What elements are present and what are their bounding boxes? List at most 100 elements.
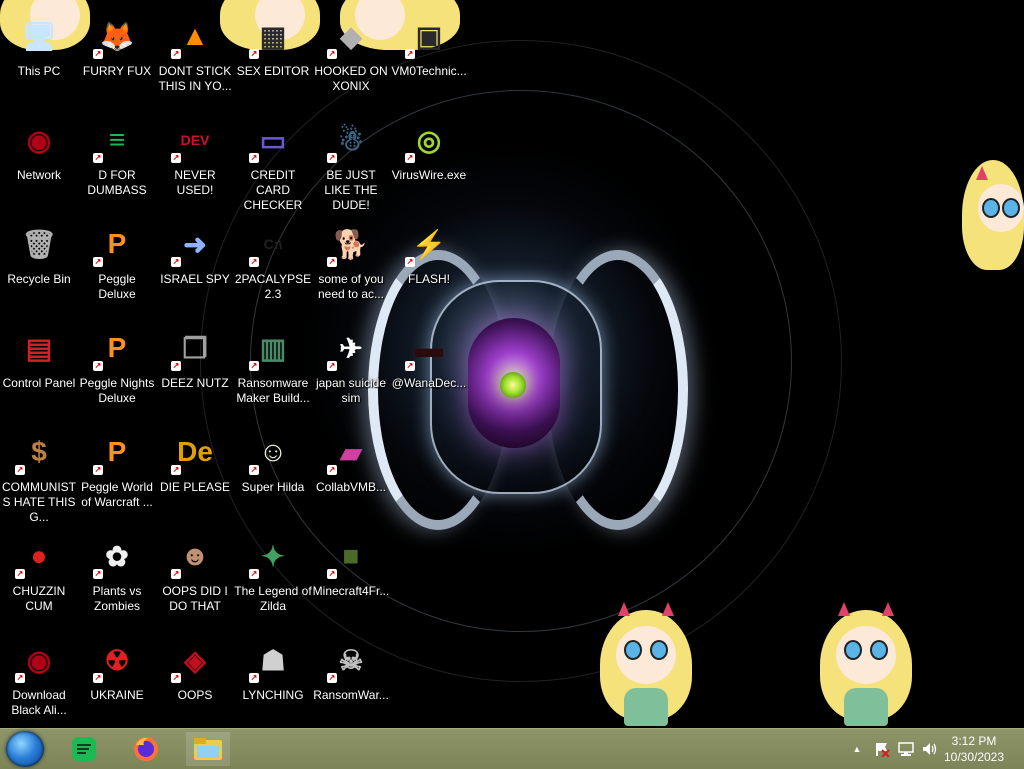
shortcut-arrow-icon: ↗ [93, 361, 103, 371]
desktop-icon[interactable]: ▭ ↗ CREDIT CARD CHECKER [234, 110, 312, 213]
desktop-icon[interactable]: ✈ ↗ japan suicide sim [312, 318, 390, 418]
desktop-icon[interactable]: ▬ ↗ @WanaDec... [390, 318, 468, 418]
desktop-icon[interactable]: ✦ ↗ The Legend of Zilda [234, 526, 312, 626]
shortcut-arrow-icon: ↗ [171, 361, 181, 371]
desktop-icon[interactable]: ■ ↗ Minecraft4Fr... [312, 526, 390, 626]
cartoon-star-bottom-1 [596, 602, 696, 728]
desktop-icon-label: Minecraft4Fr... [312, 584, 390, 598]
desktop-icon[interactable]: ◎ ↗ VirusWire.exe [390, 110, 468, 210]
desktop-icon-label: Network [16, 168, 61, 182]
desktop-icon-label: SEX EDITOR [236, 64, 310, 78]
chevron-up-icon: ▲ [852, 744, 862, 754]
shortcut-arrow-icon: ↗ [171, 49, 181, 59]
desktop-icon[interactable]: ☃ ↗ BE JUST LIKE THE DUDE! [312, 110, 390, 213]
desktop-icon[interactable]: ◆ ↗ HOOKED ON XONIX [312, 6, 390, 106]
network-tray-button[interactable] [896, 729, 916, 769]
desktop-icon[interactable]: ❐ ↗ DEEZ NUTZ [156, 318, 234, 418]
desktop-icon-label: Download Black Ali... [11, 688, 67, 717]
desktop-icon[interactable]: C:\ ↗ 2PACALYPSE 2.3 [234, 214, 312, 314]
desktop-icon[interactable]: P ↗ Peggle Nights Deluxe [78, 318, 156, 418]
cartoon-star-bottom-2 [816, 602, 916, 728]
desktop-icon[interactable]: ▦ ↗ SEX EDITOR [234, 6, 312, 106]
shortcut-arrow-icon: ↗ [249, 257, 259, 267]
desktop-icon-label: HOOKED ON XONIX [314, 64, 388, 93]
shortcut-arrow-icon: ↗ [93, 569, 103, 579]
desktop-icon[interactable]: ✿ ↗ Plants vs Zombies [78, 526, 156, 626]
shortcut-arrow-icon: ↗ [405, 257, 415, 267]
desktop-icon[interactable]: ▰ ↗ CollabVMB... [312, 422, 390, 522]
desktop-icon[interactable]: ◉ Network [0, 110, 78, 210]
desktop-icon[interactable]: ➜ ↗ ISRAEL SPY [156, 214, 234, 314]
desktop-icon-label: 2PACALYPSE 2.3 [234, 272, 312, 301]
desktop-icon[interactable]: P ↗ Peggle Deluxe [78, 214, 156, 314]
wallpaper-eye [500, 372, 526, 398]
desktop-icon[interactable]: De ↗ DIE PLEASE [156, 422, 234, 522]
clock-date: 10/30/2023 [943, 750, 1005, 764]
desktop-icon-label: COMMUNISTS HATE THIS G... [2, 480, 76, 524]
desktop-icon-label: some of you need to ac... [317, 272, 385, 301]
desktop-icon-label: DIE PLEASE [159, 480, 231, 494]
desktop-icon-label: OOPS [177, 688, 213, 702]
shortcut-arrow-icon: ↗ [327, 153, 337, 163]
desktop-icon[interactable]: ◈ ↗ OOPS [156, 630, 234, 730]
shortcut-arrow-icon: ↗ [249, 49, 259, 59]
desktop-icon-label: UKRAINE [90, 688, 144, 702]
taskbar-clock[interactable]: 3:12 PM 10/30/2023 [934, 733, 1014, 765]
shortcut-arrow-icon: ↗ [171, 465, 181, 475]
shortcut-arrow-icon: ↗ [327, 465, 337, 475]
desktop-icon-image: 🖥 [21, 20, 57, 52]
desktop-icon-label: CollabVMB... [315, 480, 387, 494]
desktop-icon[interactable]: ◉ ↗ Download Black Ali... [0, 630, 78, 730]
action-center-button[interactable] [872, 729, 892, 769]
shortcut-arrow-icon: ↗ [249, 465, 259, 475]
desktop-icon[interactable]: 🐕 ↗ some of you need to ac... [312, 214, 390, 314]
desktop-icon-label: Super Hilda [241, 480, 305, 494]
desktop-icon-label: The Legend of Zilda [234, 584, 312, 613]
taskbar: ▲ 3:12 PM 10/30/2023 [0, 728, 1024, 769]
desktop-icon[interactable]: ☻ ↗ OOPS DID I DO THAT [156, 526, 234, 626]
shortcut-arrow-icon: ↗ [93, 49, 103, 59]
desktop-icon[interactable]: ☢ ↗ UKRAINE [78, 630, 156, 730]
desktop-icon[interactable]: ● ↗ CHUZZIN CUM [0, 526, 78, 626]
desktop-icon[interactable]: ▤ Control Panel [0, 318, 78, 418]
spotify-taskbar-button[interactable] [62, 732, 106, 766]
desktop-icon-label: DEEZ NUTZ [161, 376, 229, 390]
shortcut-arrow-icon: ↗ [171, 673, 181, 683]
desktop-icon-label: Peggle Nights Deluxe [79, 376, 155, 405]
firefox-taskbar-button[interactable] [124, 732, 168, 766]
tray-overflow-button[interactable]: ▲ [848, 729, 866, 769]
desktop-icon[interactable]: DEV ↗ NEVER USED! [156, 110, 234, 210]
desktop-icon[interactable]: P ↗ Peggle World of Warcraft ... [78, 422, 156, 522]
desktop-icon[interactable]: ≡ ↗ D FOR DUMBASS [78, 110, 156, 210]
shortcut-arrow-icon: ↗ [171, 257, 181, 267]
desktop-icon-label: Ransomware Maker Build... [236, 376, 310, 405]
desktop-icon[interactable]: ⚡ ↗ FLASH! [390, 214, 468, 314]
explorer-taskbar-button[interactable] [186, 732, 230, 766]
spotify-icon [72, 737, 96, 761]
desktop-icon-label: Plants vs Zombies [92, 584, 142, 613]
desktop-icon[interactable]: 🦊 ↗ FURRY FUX [78, 6, 156, 106]
shortcut-arrow-icon: ↗ [405, 361, 415, 371]
desktop-icon[interactable]: ▥ ↗ Ransomware Maker Build... [234, 318, 312, 418]
desktop-icon[interactable]: 🖥 This PC [0, 6, 78, 106]
desktop-icon-label: VM0Technic... [391, 64, 467, 78]
desktop-icon[interactable]: ☗ ↗ LYNCHING [234, 630, 312, 730]
desktop-icon[interactable]: 🗑 Recycle Bin [0, 214, 78, 314]
desktop-icon-label: NEVER USED! [174, 168, 216, 197]
desktop-icon-label: FLASH! [407, 272, 450, 286]
shortcut-arrow-icon: ↗ [93, 257, 103, 267]
clock-time: 3:12 PM [951, 734, 997, 748]
desktop-icon[interactable]: ☠ ↗ RansomWar... [312, 630, 390, 730]
desktop-icon-label: CHUZZIN CUM [12, 584, 66, 613]
desktop-icon-label: @WanaDec... [391, 376, 467, 390]
desktop-icon[interactable]: ☺ ↗ Super Hilda [234, 422, 312, 522]
desktop-icon-image: ◉ [26, 124, 52, 156]
shortcut-arrow-icon: ↗ [327, 361, 337, 371]
desktop-icon[interactable]: ▲ ↗ DONT STICK THIS IN YO... [156, 6, 234, 106]
desktop-icon[interactable]: $ ↗ COMMUNISTS HATE THIS G... [0, 422, 78, 524]
start-button[interactable] [6, 731, 44, 767]
desktop-icon[interactable]: ▣ ↗ VM0Technic... [390, 6, 468, 106]
desktop-icon-label: Control Panel [2, 376, 76, 390]
shortcut-arrow-icon: ↗ [327, 569, 337, 579]
desktop-icon-label: Peggle Deluxe [98, 272, 136, 301]
